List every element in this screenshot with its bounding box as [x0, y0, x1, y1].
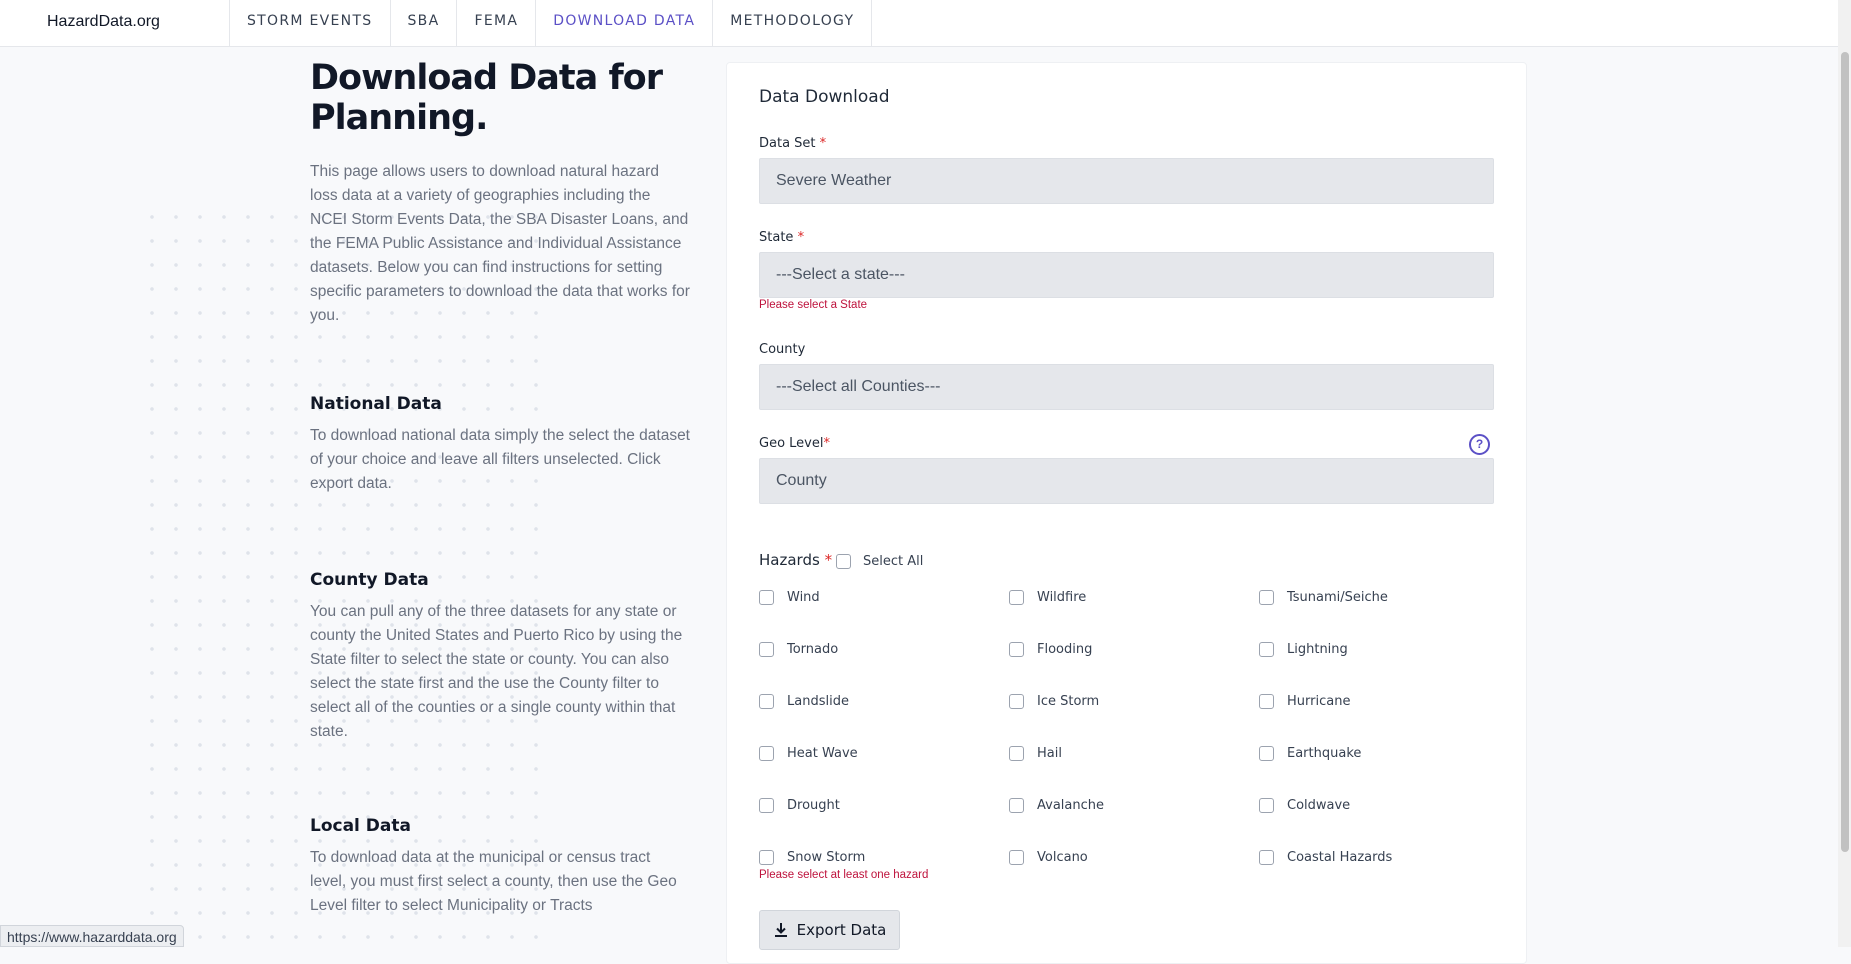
hazard-checkbox-avalanche[interactable] — [1009, 798, 1024, 813]
hazard-label-ice-storm[interactable]: Ice Storm — [1037, 694, 1099, 709]
hazard-checkbox-flooding[interactable] — [1009, 642, 1024, 657]
hazard-label-coastal-hazards[interactable]: Coastal Hazards — [1287, 850, 1392, 865]
nav-tabs: STORM EVENTS SBA FEMA DOWNLOAD DATA METH… — [229, 0, 873, 46]
top-nav: HazardData.org STORM EVENTS SBA FEMA DOW… — [0, 0, 1838, 47]
hazard-label-coldwave[interactable]: Coldwave — [1287, 798, 1350, 813]
county-select[interactable]: ---Select all Counties--- — [759, 364, 1494, 410]
tab-sba[interactable]: SBA — [391, 0, 458, 46]
hazard-label-hurricane[interactable]: Hurricane — [1287, 694, 1350, 709]
county-data-text: You can pull any of the three datasets f… — [310, 603, 683, 740]
hazard-label-lightning[interactable]: Lightning — [1287, 642, 1348, 657]
hazard-label-volcano[interactable]: Volcano — [1037, 850, 1088, 865]
scrollbar-thumb[interactable] — [1841, 52, 1849, 852]
tab-storm-events[interactable]: STORM EVENTS — [229, 0, 391, 46]
geolevel-label: Geo Level* — [759, 436, 830, 451]
export-data-button[interactable]: Export Data — [759, 910, 900, 950]
dataset-label: Data Set * — [759, 136, 827, 151]
hazard-checkbox-snow-storm[interactable] — [759, 850, 774, 865]
hazard-label-flooding[interactable]: Flooding — [1037, 642, 1092, 657]
hazard-label-tornado[interactable]: Tornado — [787, 642, 838, 657]
hazard-checkbox-coastal-hazards[interactable] — [1259, 850, 1274, 865]
export-data-label: Export Data — [796, 921, 887, 939]
hazard-checkbox-ice-storm[interactable] — [1009, 694, 1024, 709]
hazard-label-tsunami-seiche[interactable]: Tsunami/Seiche — [1287, 590, 1388, 605]
hazard-label-landslide[interactable]: Landslide — [787, 694, 849, 709]
hazard-checkbox-wildfire[interactable] — [1009, 590, 1024, 605]
hazard-checkbox-heat-wave[interactable] — [759, 746, 774, 761]
hazard-label-snow-storm[interactable]: Snow Storm — [787, 850, 865, 865]
data-download-card: Data Download Data Set * Severe Weather … — [726, 62, 1527, 964]
help-icon[interactable]: ? — [1469, 434, 1490, 455]
local-data-text: To download data at the municipal or cen… — [310, 849, 677, 914]
hazard-checkbox-lightning[interactable] — [1259, 642, 1274, 657]
hazard-checkbox-drought[interactable] — [759, 798, 774, 813]
card-title: Data Download — [759, 87, 890, 107]
tab-methodology[interactable]: METHODOLOGY — [713, 0, 873, 46]
state-error: Please select a State — [759, 299, 868, 311]
state-select[interactable]: ---Select a state--- — [759, 252, 1494, 298]
county-data-heading: County Data — [310, 570, 429, 590]
hazard-checkbox-tsunami-seiche[interactable] — [1259, 590, 1274, 605]
intro-column: Download Data for Planning. This page al… — [310, 58, 690, 918]
download-icon — [774, 923, 787, 937]
brand-logo[interactable]: HazardData.org — [47, 13, 160, 31]
hazard-label-heat-wave[interactable]: Heat Wave — [787, 746, 858, 761]
hazard-label-hail[interactable]: Hail — [1037, 746, 1062, 761]
hazard-label-avalanche[interactable]: Avalanche — [1037, 798, 1104, 813]
national-data-text: To download national data simply the sel… — [310, 427, 690, 492]
status-url: https://www.hazarddata.org — [0, 925, 184, 947]
select-all-label[interactable]: Select All — [863, 554, 923, 569]
hazard-label-drought[interactable]: Drought — [787, 798, 840, 813]
hazard-label-earthquake[interactable]: Earthquake — [1287, 746, 1361, 761]
hazard-checkbox-volcano[interactable] — [1009, 850, 1024, 865]
hazard-label-wind[interactable]: Wind — [787, 590, 820, 605]
hazard-checkbox-hurricane[interactable] — [1259, 694, 1274, 709]
local-data-heading: Local Data — [310, 816, 411, 836]
page-scrollbar[interactable] — [1838, 0, 1851, 947]
hazards-error: Please select at least one hazard — [759, 869, 929, 881]
page-title: Download Data for Planning. — [310, 58, 690, 138]
tab-fema[interactable]: FEMA — [457, 0, 537, 46]
intro-text: This page allows users to download natur… — [310, 163, 690, 324]
hazards-label: Hazards * — [759, 551, 833, 569]
hazard-checkbox-tornado[interactable] — [759, 642, 774, 657]
hazard-checkbox-landslide[interactable] — [759, 694, 774, 709]
state-label: State * — [759, 230, 805, 245]
page-title-line1: Download Data for — [310, 58, 663, 98]
geolevel-select[interactable]: County — [759, 458, 1494, 504]
tab-download-data[interactable]: DOWNLOAD DATA — [536, 0, 714, 46]
national-data-heading: National Data — [310, 394, 442, 414]
hazard-checkbox-coldwave[interactable] — [1259, 798, 1274, 813]
hazard-checkbox-earthquake[interactable] — [1259, 746, 1274, 761]
select-all-checkbox[interactable] — [836, 554, 851, 569]
hazard-label-wildfire[interactable]: Wildfire — [1037, 590, 1086, 605]
county-label: County — [759, 342, 806, 357]
page-title-line2: Planning. — [310, 98, 488, 138]
dataset-select[interactable]: Severe Weather — [759, 158, 1494, 204]
hazard-checkbox-hail[interactable] — [1009, 746, 1024, 761]
hazard-checkbox-wind[interactable] — [759, 590, 774, 605]
